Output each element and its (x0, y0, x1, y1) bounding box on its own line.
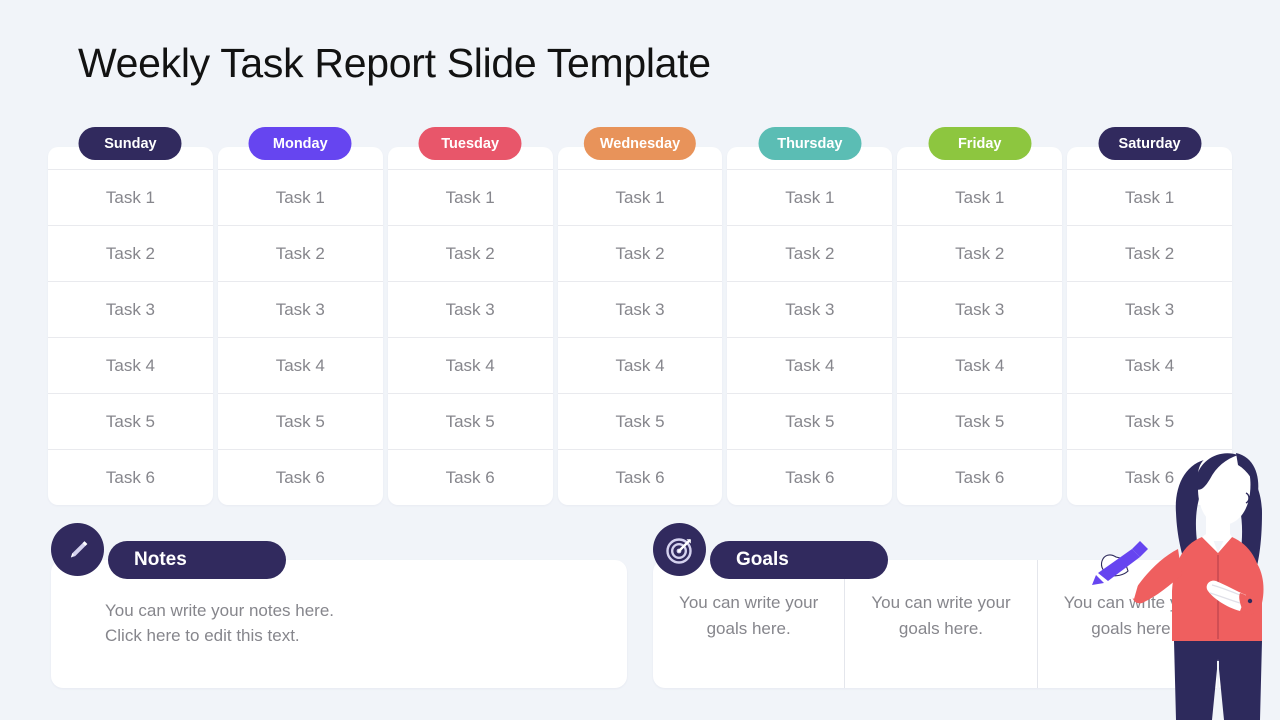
task-cell[interactable]: Task 5 (557, 393, 723, 449)
goal-column[interactable]: You can write your goals here. (844, 560, 1036, 688)
task-cell[interactable]: Task 1 (48, 169, 213, 225)
task-cell[interactable]: Task 5 (48, 393, 213, 449)
task-cell[interactable]: Task 2 (1067, 225, 1233, 281)
task-cell[interactable]: Task 6 (48, 449, 213, 505)
task-cell[interactable]: Task 3 (727, 281, 893, 337)
task-cell[interactable]: Task 3 (897, 281, 1063, 337)
day-column-wednesday: Wednesday Task 1 Task 2 Task 3 Task 4 Task 5T… (557, 127, 723, 505)
task-cell[interactable]: Task 6 (727, 449, 893, 505)
task-cell[interactable]: Task 6 (217, 449, 383, 505)
task-cell[interactable]: Task 5 (387, 393, 553, 449)
day-column-tuesday: Tuesday Task 1 Task 2 Task 3 Task 4 Task 5 Tas… (387, 127, 553, 505)
day-pill-wednesday[interactable]: Wednesday (583, 127, 697, 160)
task-cell[interactable]: Task 5 (727, 393, 893, 449)
goals-heading: Goals (710, 541, 888, 579)
task-cell[interactable]: Task 3 (1067, 281, 1233, 337)
task-cell[interactable]: Task 3 (48, 281, 213, 337)
task-cell[interactable]: Task 4 (727, 337, 893, 393)
day-column-thursday: Thursday Task 1 Task 2 Task 3 Task 4 Task 5 Ta… (727, 127, 893, 505)
goal-column[interactable]: You can write your goals here. (653, 560, 844, 688)
task-cell[interactable]: Task 1 (727, 169, 893, 225)
task-cell[interactable]: Task 2 (557, 225, 723, 281)
day-pill-thursday[interactable]: Thursday (758, 127, 862, 160)
task-cell[interactable]: Task 6 (1067, 449, 1233, 505)
task-cell[interactable]: Task 5 (217, 393, 383, 449)
day-pill-friday[interactable]: Friday (928, 127, 1032, 160)
task-cell[interactable]: Task 3 (387, 281, 553, 337)
page-title: Weekly Task Report Slide Template (78, 40, 711, 86)
task-cell[interactable]: Task 4 (557, 337, 723, 393)
task-cell[interactable]: Task 1 (217, 169, 383, 225)
task-cell[interactable]: Task 6 (387, 449, 553, 505)
task-cell[interactable]: Task 6 (897, 449, 1063, 505)
task-cell[interactable]: Task 4 (217, 337, 383, 393)
task-cell[interactable]: Task 2 (897, 225, 1063, 281)
notes-heading: Notes (108, 541, 286, 579)
task-cell[interactable]: Task 1 (387, 169, 553, 225)
task-cell[interactable]: Task 2 (727, 225, 893, 281)
task-cell[interactable]: Task 5 (897, 393, 1063, 449)
pencil-icon (51, 523, 104, 576)
task-cell[interactable]: Task 2 (387, 225, 553, 281)
target-icon (653, 523, 706, 576)
task-cell[interactable]: Task 2 (48, 225, 213, 281)
task-cell[interactable]: Task 6 (557, 449, 723, 505)
task-cell[interactable]: Task 4 (897, 337, 1063, 393)
goals-body: You can write your goals here. You can wr… (653, 560, 1229, 688)
task-cell[interactable]: Task 3 (217, 281, 383, 337)
task-cell[interactable]: Task 2 (217, 225, 383, 281)
day-column-sunday: Sunday Task 1 Task 2 Task 3 Task 4 Task 5 Task… (48, 127, 213, 505)
task-cell[interactable]: Task 5 (1067, 393, 1233, 449)
day-column-monday: Monday Task 1 Task 2 Task 3 Task 4 Task 5 Task… (217, 127, 383, 505)
day-pill-saturday[interactable]: Saturday (1098, 127, 1202, 160)
task-cell[interactable]: Task 4 (1067, 337, 1233, 393)
task-cell[interactable]: Task 1 (1067, 169, 1233, 225)
day-column-friday: Friday Task 1 Task 2 Task 3 Task 4 Task 5 Task… (897, 127, 1063, 505)
goals-row: You can write your goals here. You can wr… (653, 560, 1229, 688)
task-cell[interactable]: Task 4 (48, 337, 213, 393)
task-cell[interactable]: Task 4 (387, 337, 553, 393)
notes-line-1: You can write your notes here. (105, 601, 335, 620)
notes-header: Notes (51, 523, 286, 579)
day-pill-monday[interactable]: Monday (248, 127, 352, 160)
day-pill-tuesday[interactable]: Tuesday (418, 127, 522, 160)
notes-section: Notes You can write your notes here. Cli… (51, 523, 627, 688)
day-column-saturday: Saturday Task 1 Task 2 Task 3 Task 4 Task 5 Ta… (1067, 127, 1233, 505)
day-pill-sunday[interactable]: Sunday (78, 127, 182, 160)
week-grid: Sunday Task 1 Task 2 Task 3 Task 4 Task 5 Task… (48, 127, 1233, 505)
task-cell[interactable]: Task 3 (557, 281, 723, 337)
goals-section: Goals You can write your goals here. You … (653, 523, 1229, 688)
task-cell[interactable]: Task 1 (557, 169, 723, 225)
notes-body[interactable]: You can write your notes here. Click her… (51, 560, 627, 688)
task-cell[interactable]: Task 1 (897, 169, 1063, 225)
goals-header: Goals (653, 523, 888, 579)
goal-column[interactable]: You can write your goals here. (1036, 560, 1229, 688)
notes-line-2: Click here to edit this text. (105, 626, 300, 645)
